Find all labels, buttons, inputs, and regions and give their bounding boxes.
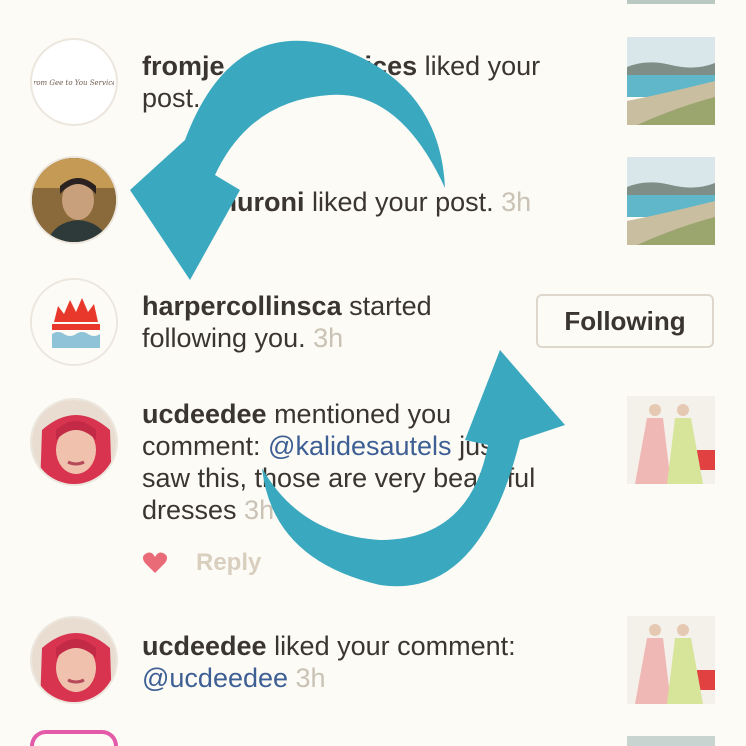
- list-item: [0, 0, 746, 10]
- post-thumbnail[interactable]: [627, 37, 715, 125]
- dresses-photo: [627, 396, 715, 484]
- username[interactable]: harpercollinsca: [142, 291, 342, 321]
- avatar[interactable]: [30, 730, 118, 746]
- notification-text: ucdeedee liked your comment: @ucdeedee 3…: [142, 630, 602, 694]
- timestamp: 3h: [501, 187, 532, 217]
- username[interactable]: fromje: [142, 51, 225, 81]
- action-text: just: [451, 431, 502, 461]
- notification-text: harpercollinsca started following you. 3…: [142, 290, 522, 354]
- action-text: liked your post.: [304, 187, 502, 217]
- action-text: liked your comment:: [266, 631, 516, 661]
- avatar[interactable]: [30, 278, 118, 366]
- heart-icon[interactable]: [142, 551, 168, 575]
- notification-text: fromje vices liked your post.: [142, 50, 602, 114]
- post-thumbnail[interactable]: [627, 396, 715, 484]
- notification-text: emuroni liked your post. 3h: [142, 186, 602, 218]
- person-photo: [32, 618, 116, 702]
- list-item: [0, 730, 746, 746]
- action-text: post.: [142, 83, 201, 113]
- comment-text: dresses: [142, 495, 245, 525]
- person-photo: [32, 400, 116, 484]
- timestamp: 3h: [313, 323, 344, 353]
- brand-logo-icon: From Gee to You Services: [34, 79, 114, 87]
- username[interactable]: ucdeedee: [142, 399, 267, 429]
- timestamp: 3h: [244, 495, 275, 525]
- list-item: harpercollinsca started following you. 3…: [0, 276, 746, 376]
- list-item: emuroni liked your post. 3h: [0, 156, 746, 256]
- person-photo: [32, 158, 116, 242]
- username[interactable]: ucdeedee: [142, 631, 267, 661]
- comment-actions: Reply: [142, 548, 261, 578]
- avatar[interactable]: [30, 616, 118, 704]
- mention-link[interactable]: @ucdeedee: [142, 663, 288, 693]
- following-button[interactable]: Following: [536, 294, 714, 348]
- action-text: comment:: [142, 431, 269, 461]
- avatar[interactable]: [30, 398, 118, 486]
- post-thumbnail[interactable]: [627, 0, 715, 4]
- action-text: liked your: [417, 51, 541, 81]
- activity-feed: From Gee to You Services fromje vices lik…: [0, 0, 746, 746]
- publisher-logo-icon: [32, 280, 116, 364]
- lake-photo: [627, 157, 715, 245]
- timestamp: 3h: [288, 663, 326, 693]
- username-tail[interactable]: vices: [350, 51, 418, 81]
- post-thumbnail[interactable]: [627, 157, 715, 245]
- logo-text: From Gee to You Services: [34, 79, 114, 87]
- avatar[interactable]: From Gee to You Services: [30, 38, 118, 126]
- avatar[interactable]: [30, 156, 118, 244]
- reply-button[interactable]: Reply: [196, 549, 261, 577]
- list-item: From Gee to You Services fromje vices lik…: [0, 36, 746, 136]
- mention-link[interactable]: @kalidesautels: [268, 431, 452, 461]
- notification-text: ucdeedee mentioned you comment: @kalides…: [142, 398, 602, 526]
- list-item: ucdeedee liked your comment: @ucdeedee 3…: [0, 616, 746, 716]
- action-text: mentioned you: [266, 399, 452, 429]
- post-thumbnail[interactable]: [627, 616, 715, 704]
- action-text: started: [341, 291, 432, 321]
- list-item: ucdeedee mentioned you comment: @kalides…: [0, 396, 746, 586]
- comment-text: saw this, those are very beautiful: [142, 463, 536, 493]
- post-thumbnail[interactable]: [627, 736, 715, 746]
- username[interactable]: emuroni: [198, 187, 305, 217]
- action-text: following you.: [142, 323, 314, 353]
- dresses-photo: [627, 616, 715, 704]
- lake-photo: [627, 37, 715, 125]
